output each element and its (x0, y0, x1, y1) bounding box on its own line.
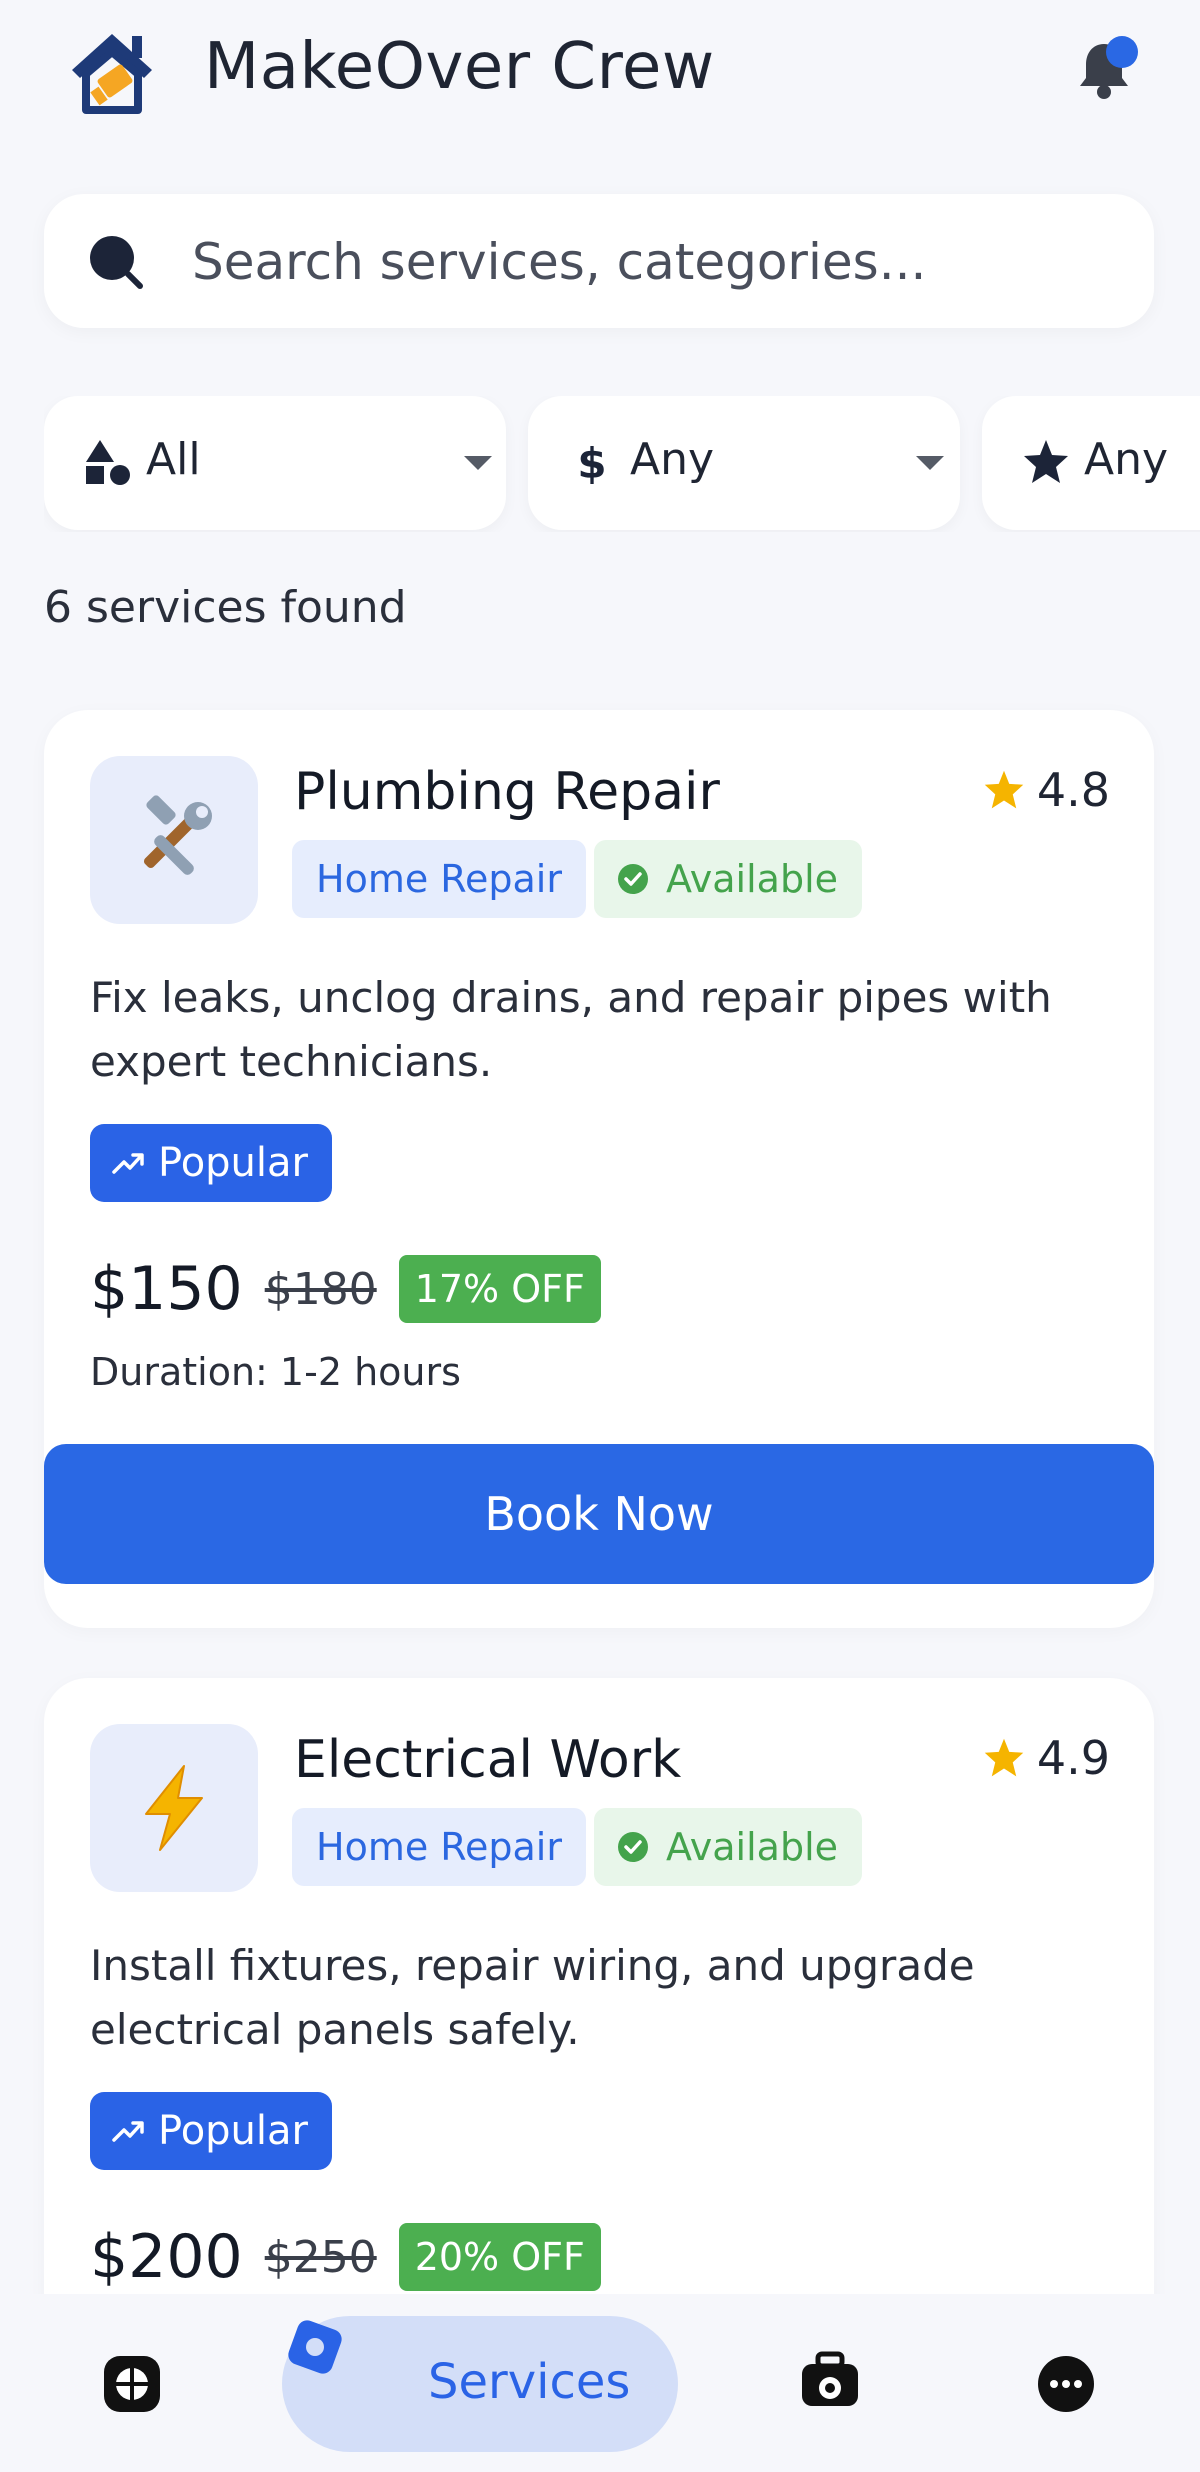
results-count: 6 services found (44, 582, 407, 633)
nav-services[interactable]: Services (282, 2316, 678, 2452)
toolbox-icon (802, 2351, 858, 2406)
trending-up-icon (112, 1153, 144, 1174)
nav-services-label: Services (428, 2354, 631, 2410)
book-now-button[interactable]: Book Now (44, 1444, 1154, 1584)
logo-icon (72, 34, 152, 114)
check-circle-icon (618, 864, 648, 894)
old-price: $250 (264, 2231, 377, 2283)
service-duration: Duration: 1-2 hours (90, 1350, 461, 1394)
chevron-down-icon (916, 456, 944, 470)
availability-tag: Available (594, 840, 863, 918)
dollar-icon: $ (577, 439, 606, 486)
service-card: Plumbing Repair 4.8 Home Repair Availabl… (44, 710, 1154, 1628)
nav-home[interactable] (60, 2294, 210, 2472)
price-row: $150 $180 17% OFF (90, 1254, 601, 1324)
availability-tag: Available (594, 1808, 863, 1886)
service-thumbnail (90, 1724, 258, 1892)
popular-badge: Popular (90, 1124, 332, 1202)
star-icon (984, 1738, 1024, 1777)
star-icon (1024, 440, 1068, 483)
chevron-down-icon (464, 456, 492, 470)
search-input[interactable] (192, 224, 1092, 300)
tools-icon (143, 795, 212, 875)
category-icon (86, 440, 130, 485)
rating-value: 4.9 (1036, 1731, 1110, 1785)
service-card: Electrical Work 4.9 Home Repair Availabl… (44, 1678, 1154, 2378)
service-title[interactable]: Electrical Work (294, 1730, 681, 1790)
service-description: Install fixtures, repair wiring, and upg… (90, 1941, 975, 2054)
availability-label: Available (666, 857, 839, 901)
popular-label: Popular (158, 2108, 308, 2154)
svg-text:$: $ (577, 439, 606, 486)
search-bar[interactable] (44, 194, 1154, 328)
rating-filter-label: Any (1084, 434, 1169, 485)
popular-badge: Popular (90, 2092, 332, 2170)
check-circle-icon (618, 1832, 648, 1862)
bottom-navigation: Services (0, 2294, 1200, 2472)
trending-up-icon (112, 2121, 144, 2142)
service-thumbnail (90, 756, 258, 924)
more-icon (1038, 2356, 1094, 2412)
app-header: MakeOver Crew (0, 0, 1200, 150)
service-rating: 4.9 (983, 1728, 1110, 1788)
filter-row: All $ Any Any (44, 396, 1200, 532)
category-filter[interactable]: All (44, 396, 506, 530)
notification-bell-icon[interactable] (1068, 32, 1140, 104)
search-icon (90, 236, 143, 289)
home-grid-icon (104, 2356, 160, 2412)
category-filter-label: All (146, 434, 201, 485)
service-rating: 4.8 (983, 760, 1110, 820)
rating-value: 4.8 (1036, 763, 1110, 817)
nav-more[interactable] (1000, 2294, 1150, 2472)
nav-toolbox[interactable] (760, 2294, 910, 2472)
price: $200 (90, 2222, 243, 2292)
price-filter[interactable]: $ Any (528, 396, 960, 530)
services-icon (288, 2320, 342, 2374)
old-price: $180 (264, 1263, 377, 1315)
service-title[interactable]: Plumbing Repair (294, 762, 720, 822)
discount-badge: 17% OFF (398, 1255, 601, 1323)
discount-badge: 20% OFF (398, 2223, 601, 2291)
app-title: MakeOver Crew (204, 30, 715, 104)
price-row: $200 $250 20% OFF (90, 2222, 601, 2292)
service-description: Fix leaks, unclog drains, and repair pip… (90, 973, 1052, 1086)
price: $150 (90, 1254, 243, 1324)
availability-label: Available (666, 1825, 839, 1869)
price-filter-label: Any (630, 434, 715, 485)
star-icon (984, 770, 1024, 809)
category-tag: Home Repair (292, 1808, 586, 1886)
lightning-icon (145, 1765, 203, 1851)
popular-label: Popular (158, 1140, 308, 1186)
category-tag: Home Repair (292, 840, 586, 918)
rating-filter[interactable]: Any (982, 396, 1200, 530)
